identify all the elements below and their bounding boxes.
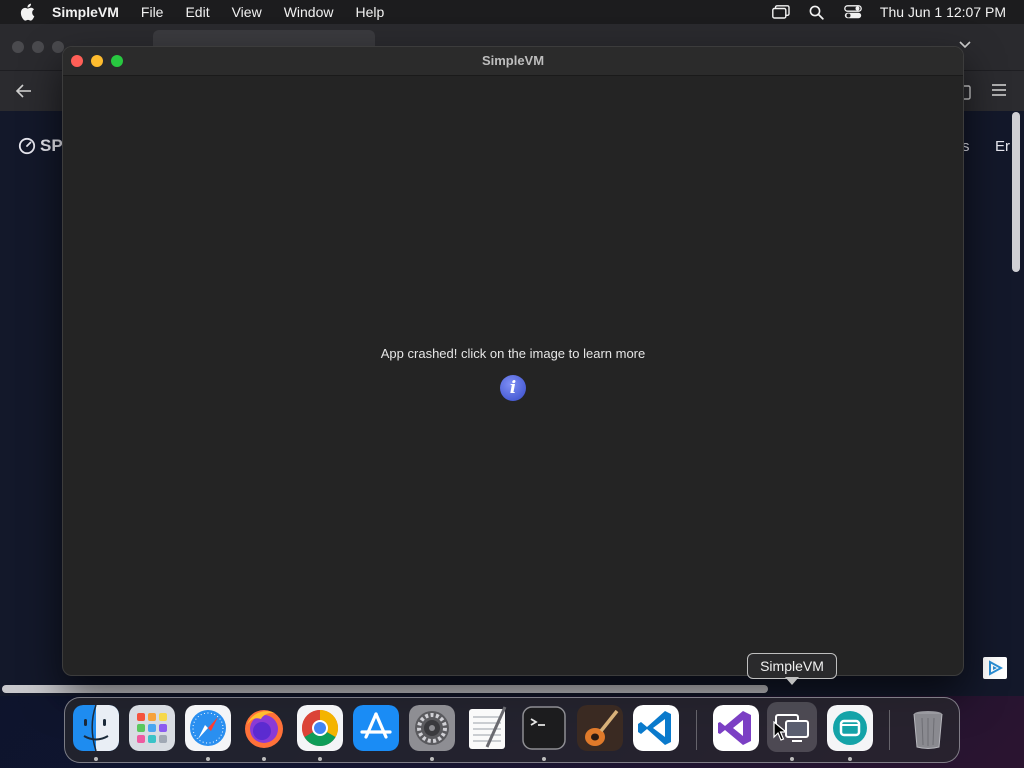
info-glyph: i xyxy=(509,377,517,398)
hamburger-menu-icon[interactable] xyxy=(990,81,1008,99)
menu-view[interactable]: View xyxy=(232,4,262,20)
running-indicator xyxy=(206,757,210,761)
dock-tooltip: SimpleVM xyxy=(747,653,837,679)
apple-menu-icon[interactable] xyxy=(18,3,36,21)
menu-window[interactable]: Window xyxy=(284,4,334,20)
dock-vscode-icon[interactable] xyxy=(633,705,679,751)
dock-app-store-icon[interactable] xyxy=(353,705,399,751)
dock-firefox-icon[interactable] xyxy=(241,705,287,751)
running-indicator xyxy=(790,757,794,761)
menu-edit[interactable]: Edit xyxy=(185,4,209,20)
menu-help[interactable]: Help xyxy=(355,4,384,20)
menu-file[interactable]: File xyxy=(141,4,164,20)
running-indicator xyxy=(430,757,434,761)
site-logo-text: SP xyxy=(40,136,63,155)
dock-teal-app-icon[interactable] xyxy=(827,705,873,751)
info-icon[interactable]: i xyxy=(500,375,526,401)
menu-bar-clock[interactable]: Thu Jun 1 12:07 PM xyxy=(880,4,1006,20)
dock-separator xyxy=(889,710,890,750)
dock-finder-icon[interactable] xyxy=(73,705,119,751)
dock-terminal-icon[interactable] xyxy=(521,705,567,751)
running-indicator xyxy=(94,757,98,761)
window-title: SimpleVM xyxy=(481,53,545,68)
site-nav-link[interactable]: Er xyxy=(995,138,1010,155)
dock-system-settings-icon[interactable] xyxy=(409,705,455,751)
dock-trash-icon[interactable] xyxy=(905,705,951,751)
back-arrow-icon[interactable] xyxy=(14,81,34,101)
mouse-cursor-icon xyxy=(773,720,788,741)
dock-tooltip-arrow xyxy=(785,677,799,685)
running-indicator xyxy=(262,757,266,761)
ad-choices-icon[interactable] xyxy=(983,657,1007,679)
screen-mirroring-icon[interactable] xyxy=(772,4,790,20)
site-logo[interactable]: SP xyxy=(18,136,63,156)
vertical-scrollbar[interactable] xyxy=(1012,112,1020,272)
running-indicator xyxy=(848,757,852,761)
spotlight-search-icon[interactable] xyxy=(808,4,826,20)
menu-app-name[interactable]: SimpleVM xyxy=(52,4,119,20)
horizontal-scrollbar[interactable] xyxy=(2,685,768,693)
crash-message: App crashed! click on the image to learn… xyxy=(380,346,646,361)
dock-safari-icon[interactable] xyxy=(185,705,231,751)
browser-close-dot[interactable] xyxy=(12,41,24,53)
browser-minimize-dot[interactable] xyxy=(32,41,44,53)
menu-bar: SimpleVM File Edit View Window Help Thu … xyxy=(0,0,1024,24)
dock-garageband-icon[interactable] xyxy=(577,705,623,751)
dock-separator xyxy=(696,710,697,750)
window-title-bar[interactable]: SimpleVM xyxy=(63,47,963,76)
speedometer-icon xyxy=(18,137,36,155)
dock-chrome-icon[interactable] xyxy=(297,705,343,751)
running-indicator xyxy=(318,757,322,761)
dock-launchpad-icon[interactable] xyxy=(129,705,175,751)
running-indicator xyxy=(542,757,546,761)
simplevm-window: SimpleVM App crashed! click on the image… xyxy=(62,46,964,676)
dock-visual-studio-icon[interactable] xyxy=(713,705,759,751)
dock xyxy=(64,697,960,763)
control-center-icon[interactable] xyxy=(844,4,862,20)
dock-textedit-icon[interactable] xyxy=(465,705,511,751)
